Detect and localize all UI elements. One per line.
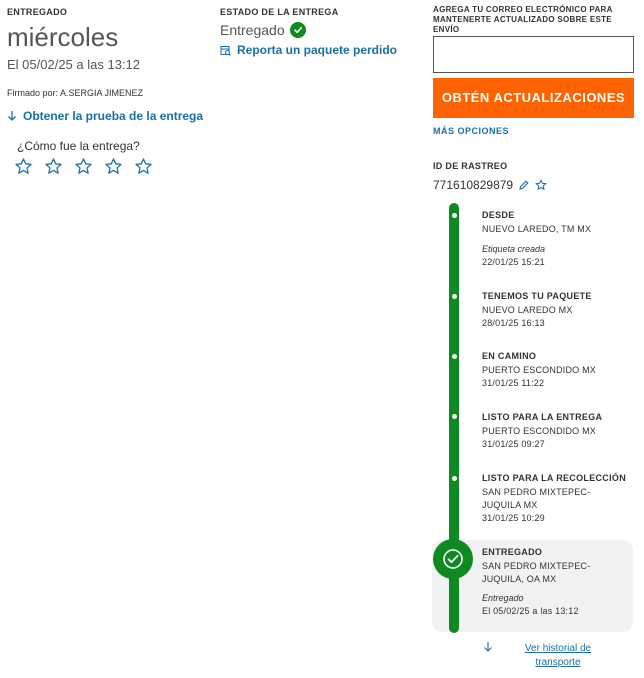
event-title: ENTREGADO	[482, 547, 543, 557]
event-location: PUERTO ESCONDIDO MX	[482, 426, 596, 436]
event-datetime: 22/01/25 15:21	[482, 257, 545, 267]
timeline-dot	[452, 294, 457, 299]
star-icon[interactable]	[74, 157, 93, 176]
email-updates-label: AGREGA TU CORREO ELECTRÓNICO PARA MANTEN…	[433, 5, 613, 34]
report-package-icon	[220, 45, 231, 56]
event-location: NUEVO LAREDO MX	[482, 305, 573, 315]
tracking-id: 771610829879	[433, 178, 514, 192]
star-icon[interactable]	[134, 157, 153, 176]
event-location: JUQUILA, OA MX	[482, 574, 557, 584]
event-datetime: 31/01/25 10:29	[482, 513, 545, 523]
rating-stars	[14, 157, 153, 176]
timeline-event-delivered: ENTREGADO SAN PEDRO MIXTEPEC- JUQUILA, O…	[482, 547, 590, 618]
check-circle-icon	[289, 22, 306, 38]
down-arrow-icon	[484, 642, 492, 652]
delivery-status-label: ESTADO DE LA ENTREGA	[220, 7, 339, 17]
delivered-label: ENTREGADO	[7, 7, 68, 17]
more-options-link[interactable]: MÁS OPCIONES	[433, 126, 509, 136]
star-icon[interactable]	[44, 157, 63, 176]
proof-of-delivery-link[interactable]: Obtener la prueba de la entrega	[7, 109, 203, 123]
event-title: DESDE	[482, 210, 515, 220]
timeline-event: DESDE NUEVO LAREDO, TM MX Etiqueta cread…	[482, 210, 591, 269]
timeline-event: LISTO PARA LA ENTREGA PUERTO ESCONDIDO M…	[482, 412, 602, 451]
transport-history-link[interactable]: Ver historial de transporte	[513, 642, 603, 670]
star-icon[interactable]	[535, 179, 548, 191]
event-title: EN CAMINO	[482, 351, 537, 361]
timeline-dot	[452, 414, 457, 419]
timeline-dot	[452, 354, 457, 359]
event-location: JUQUILA MX	[482, 500, 538, 510]
delivered-check-icon	[433, 539, 473, 579]
timeline-event: EN CAMINO PUERTO ESCONDIDO MX 31/01/25 1…	[482, 351, 596, 390]
get-updates-button[interactable]: OBTÉN ACTUALIZACIONES	[433, 78, 634, 118]
report-link-label: Reporta un paquete perdido	[237, 43, 398, 57]
delivery-date: El 05/02/25 a las 13:12	[7, 57, 140, 72]
timeline-event: TENEMOS TU PAQUETE NUEVO LAREDO MX 28/01…	[482, 291, 592, 330]
email-input[interactable]	[433, 36, 634, 73]
event-datetime: 28/01/25 16:13	[482, 318, 545, 328]
rating-question: ¿Cómo fue la entrega?	[17, 139, 140, 153]
event-note: Entregado	[482, 593, 524, 603]
download-arrow-icon	[8, 111, 16, 121]
timeline-dot	[452, 213, 457, 218]
event-note: Etiqueta creada	[482, 244, 546, 254]
proof-link-label: Obtener la prueba de la entrega	[23, 109, 204, 123]
event-location: PUERTO ESCONDIDO MX	[482, 365, 596, 375]
event-datetime: 31/01/25 09:27	[482, 439, 545, 449]
status-value: Entregado	[220, 22, 285, 38]
event-datetime: El 05/02/25 a las 13:12	[482, 606, 579, 616]
event-title: LISTO PARA LA ENTREGA	[482, 412, 603, 422]
signed-by: Firmado por: A.SERGIA JIMENEZ	[7, 88, 144, 98]
delivery-day: miércoles	[7, 22, 119, 52]
star-icon[interactable]	[14, 157, 33, 176]
tracking-id-row: 771610829879	[433, 178, 548, 192]
event-location: SAN PEDRO MIXTEPEC-	[482, 561, 591, 571]
event-location: NUEVO LAREDO, TM MX	[482, 224, 592, 234]
delivery-status: Entregado	[220, 21, 306, 39]
timeline-dot	[452, 476, 457, 481]
event-title: TENEMOS TU PAQUETE	[482, 291, 592, 301]
timeline-event: LISTO PARA LA RECOLECCIÓN SAN PEDRO MIXT…	[482, 473, 626, 525]
pencil-icon[interactable]	[518, 179, 530, 191]
event-title: LISTO PARA LA RECOLECCIÓN	[482, 473, 627, 483]
event-location: SAN PEDRO MIXTEPEC-	[482, 487, 591, 497]
event-datetime: 31/01/25 11:22	[482, 378, 545, 388]
star-icon[interactable]	[104, 157, 123, 176]
tracking-id-label: ID DE RASTREO	[433, 161, 508, 171]
report-lost-package-link[interactable]: Reporta un paquete perdido	[220, 43, 397, 57]
